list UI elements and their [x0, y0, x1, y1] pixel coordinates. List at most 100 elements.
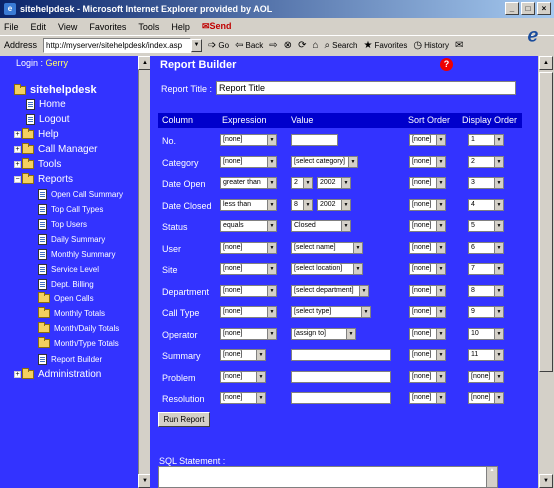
sidebar-item-home[interactable]: Home: [26, 99, 66, 110]
display-order-select[interactable]: [none] ▼: [468, 370, 504, 383]
sort-order-select[interactable]: [none] ▼: [409, 134, 446, 146]
display-order-select[interactable]: 11 ▼: [468, 349, 504, 361]
close-button[interactable]: ×: [537, 2, 551, 15]
expression-select[interactable]: [none] ▼: [220, 155, 277, 168]
value-year-select[interactable]: 2002 ▼: [317, 198, 351, 211]
display-order-select[interactable]: 1 ▼: [468, 134, 504, 146]
report-month-type-totals[interactable]: Month/Type Totals: [38, 337, 119, 348]
display-order-select[interactable]: 8 ▼: [468, 284, 504, 297]
menu-tools[interactable]: Tools: [138, 22, 159, 32]
expression-select[interactable]: [none] ▼: [220, 306, 277, 318]
report-top-call-types[interactable]: Top Call Types: [38, 204, 103, 215]
sort-order-select[interactable]: [none] ▼: [409, 327, 446, 340]
expression-select[interactable]: greater than ▼: [220, 177, 277, 189]
display-order-select[interactable]: 7 ▼: [468, 263, 504, 275]
sidebar-item-tools[interactable]: + Tools: [14, 158, 61, 170]
display-order-select[interactable]: 3 ▼: [468, 177, 504, 189]
sql-scrollbar[interactable]: ▲: [486, 467, 497, 487]
sort-order-select[interactable]: [none] ▼: [409, 198, 446, 211]
forward-button[interactable]: ⇨: [269, 40, 277, 51]
expression-select[interactable]: less than ▼: [220, 198, 277, 211]
sort-order-select[interactable]: [none] ▼: [409, 306, 446, 318]
expression-select[interactable]: [none] ▼: [220, 263, 277, 275]
menu-file[interactable]: File: [4, 22, 19, 32]
sort-order-select[interactable]: [none] ▼: [409, 349, 446, 361]
report-daily-summary[interactable]: Daily Summary: [38, 234, 105, 245]
home-button[interactable]: ⌂: [312, 40, 318, 51]
help-icon[interactable]: ?: [440, 58, 453, 71]
sql-textarea[interactable]: ▲: [158, 466, 498, 488]
minimize-button[interactable]: _: [505, 2, 519, 15]
value-select[interactable]: [select name] ▼: [291, 241, 363, 254]
report-monthly-totals[interactable]: Monthly Totals: [38, 307, 105, 318]
value-input[interactable]: [291, 370, 391, 383]
maximize-button[interactable]: □: [521, 2, 535, 15]
report-open-calls[interactable]: Open Calls: [38, 292, 94, 303]
display-order-select[interactable]: 4 ▼: [468, 198, 504, 211]
report-top-users[interactable]: Top Users: [38, 219, 87, 230]
sort-order-select[interactable]: [none] ▼: [409, 155, 446, 168]
menu-edit[interactable]: Edit: [31, 22, 47, 32]
expression-select[interactable]: [none] ▼: [220, 327, 277, 340]
sort-order-select[interactable]: [none] ▼: [409, 392, 446, 404]
go-button[interactable]: ➩ Go: [208, 40, 229, 51]
favorites-button[interactable]: ★ Favorites: [363, 40, 407, 51]
display-order-select[interactable]: 2 ▼: [468, 155, 504, 168]
expression-select[interactable]: [none] ▼: [220, 241, 277, 254]
scroll-thumb[interactable]: [539, 72, 553, 372]
expression-select[interactable]: [none] ▼: [220, 134, 277, 146]
send-button[interactable]: ✉Send: [202, 21, 232, 32]
expand-icon[interactable]: +: [14, 161, 21, 168]
value-select[interactable]: Closed ▼: [291, 220, 351, 232]
value-year-select[interactable]: 2002 ▼: [317, 177, 351, 189]
page-scrollbar[interactable]: ▲ ▼: [538, 56, 554, 488]
address-input[interactable]: http://myserver/sitehelpdesk/index.asp: [43, 37, 192, 53]
collapse-icon[interactable]: −: [14, 176, 21, 183]
stop-button[interactable]: ⊗: [284, 40, 292, 51]
value-select[interactable]: [assign to] ▼: [291, 327, 356, 340]
sidebar-item-help[interactable]: + Help: [14, 128, 59, 140]
menu-view[interactable]: View: [58, 22, 77, 32]
display-order-select[interactable]: 6 ▼: [468, 241, 504, 254]
value-input[interactable]: [291, 392, 391, 404]
value-select[interactable]: [select type] ▼: [291, 306, 371, 318]
display-order-select[interactable]: [none] ▼: [468, 392, 504, 404]
expression-select[interactable]: [none] ▼: [220, 370, 266, 383]
report-service-level[interactable]: Service Level: [38, 264, 99, 275]
expression-select[interactable]: equals ▼: [220, 220, 277, 232]
expand-icon[interactable]: +: [14, 371, 21, 378]
value-input[interactable]: [291, 349, 391, 361]
history-button[interactable]: ◷ History: [413, 40, 449, 51]
report-report-builder[interactable]: Report Builder: [38, 354, 102, 365]
sidebar-item-reports[interactable]: − Reports: [14, 173, 73, 185]
frame-divider[interactable]: ▲ ▼: [138, 56, 152, 488]
menu-favorites[interactable]: Favorites: [89, 22, 126, 32]
expand-icon[interactable]: +: [14, 146, 21, 153]
display-order-select[interactable]: 5 ▼: [468, 220, 504, 232]
menu-help[interactable]: Help: [171, 22, 190, 32]
expand-icon[interactable]: +: [14, 131, 21, 138]
value-day-select[interactable]: 2 ▼: [291, 177, 313, 189]
display-order-select[interactable]: 9 ▼: [468, 306, 504, 318]
sort-order-select[interactable]: [none] ▼: [409, 263, 446, 275]
value-select[interactable]: [select department] ▼: [291, 284, 369, 297]
report-open-call-summary[interactable]: Open Call Summary: [38, 189, 123, 200]
sort-order-select[interactable]: [none] ▼: [409, 284, 446, 297]
search-button[interactable]: ⌕ Search: [325, 40, 358, 51]
expression-select[interactable]: [none] ▼: [220, 392, 266, 404]
value-select[interactable]: [select location] ▼: [291, 263, 363, 275]
scroll-down-button[interactable]: ▼: [539, 474, 553, 488]
sidebar-item-logout[interactable]: Logout: [26, 114, 70, 125]
sort-order-select[interactable]: [none] ▼: [409, 370, 446, 383]
tree-root-sitehelpdesk[interactable]: sitehelpdesk: [14, 83, 97, 96]
report-dept-billing[interactable]: Dept. Billing: [38, 279, 94, 290]
address-dropdown[interactable]: ▼: [191, 38, 203, 52]
value-select[interactable]: [select category] ▼: [291, 155, 358, 168]
sidebar-item-administration[interactable]: + Administration: [14, 368, 101, 380]
report-title-input[interactable]: Report Title: [216, 81, 516, 95]
sidebar-item-call-manager[interactable]: + Call Manager: [14, 143, 97, 155]
sort-order-select[interactable]: [none] ▼: [409, 220, 446, 232]
report-month-daily-totals[interactable]: Month/Daily Totals: [38, 322, 119, 333]
report-monthly-summary[interactable]: Monthly Summary: [38, 249, 115, 260]
sort-order-select[interactable]: [none] ▼: [409, 241, 446, 254]
